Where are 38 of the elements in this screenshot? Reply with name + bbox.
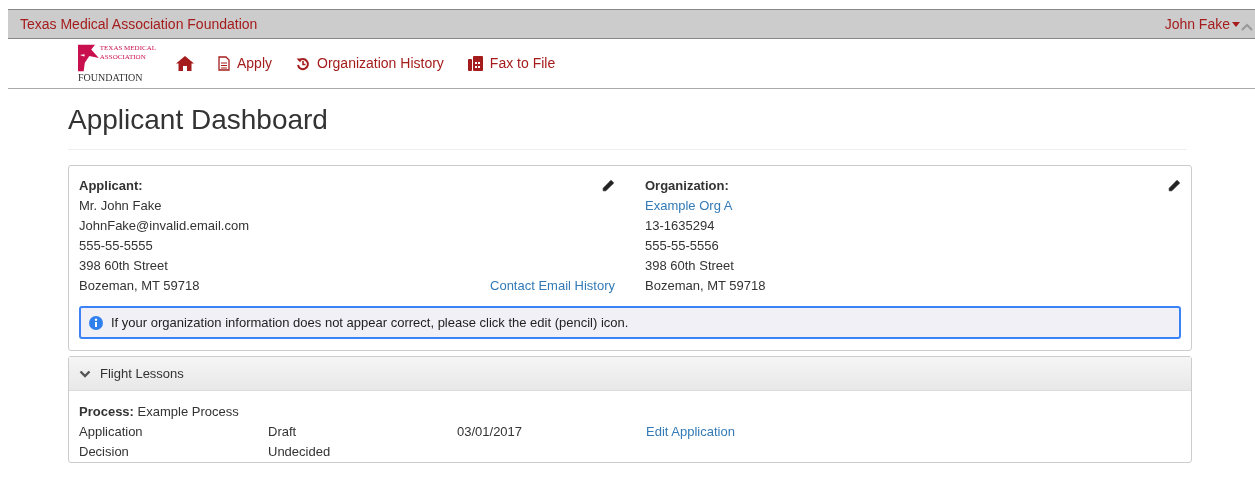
history-icon bbox=[296, 56, 311, 71]
applicant-detail: JohnFake@invalid.email.com bbox=[79, 217, 250, 235]
panel-header[interactable]: Flight Lessons bbox=[69, 357, 1191, 391]
step-cell-text: Application bbox=[79, 423, 144, 441]
page-title: Applicant Dashboard bbox=[68, 103, 329, 137]
contact-email-history-link[interactable]: Contact Email History bbox=[490, 276, 615, 296]
site-title[interactable]: Texas Medical Association Foundation bbox=[20, 13, 258, 35]
section-heading: Organization: bbox=[645, 177, 729, 195]
status-cell-text: Undecided bbox=[268, 443, 332, 461]
applicant-detail: 555-55-5555 bbox=[79, 237, 154, 255]
section-heading: Applicant: bbox=[79, 177, 143, 195]
user-menu[interactable]: John Fake bbox=[1164, 13, 1240, 35]
logo-text: FOUNDATION bbox=[78, 71, 144, 84]
nav-link[interactable]: Fax to File bbox=[467, 53, 556, 74]
step-cell-text: Decision bbox=[79, 443, 130, 461]
status-cell-text: Draft bbox=[268, 423, 298, 441]
document-icon bbox=[218, 56, 230, 71]
process-label: Process: Example Process bbox=[79, 403, 240, 421]
alert-text: If your organization information does not appear correct, please click the edit (pencil) icon. bbox=[111, 313, 629, 332]
organization-detail: 13-1635294 bbox=[645, 217, 716, 235]
organization-detail: 398 60th Street bbox=[645, 257, 735, 275]
applicant-detail: Bozeman, MT 59718 bbox=[79, 277, 200, 295]
organization-link[interactable]: Example Org A bbox=[645, 196, 733, 216]
home-icon[interactable] bbox=[176, 56, 194, 71]
logo-mark-icon bbox=[78, 43, 99, 72]
edit-application-link[interactable]: Edit Application bbox=[646, 422, 735, 442]
applicant-detail: 398 60th Street bbox=[79, 257, 169, 275]
organization-detail: 555-55-5556 bbox=[645, 237, 720, 255]
date-cell-text: 03/01/2017 bbox=[457, 423, 524, 441]
applicant-detail: Mr. John Fake bbox=[79, 197, 163, 215]
nav-link[interactable]: Organization History bbox=[296, 53, 444, 74]
nav-link[interactable]: Apply bbox=[218, 53, 273, 74]
pencil-icon[interactable] bbox=[1167, 179, 1181, 193]
fax-icon bbox=[467, 56, 483, 71]
organization-detail: Bozeman, MT 59718 bbox=[645, 277, 767, 295]
caret-icon bbox=[1232, 21, 1240, 27]
pencil-icon[interactable] bbox=[601, 179, 615, 193]
info-icon bbox=[89, 315, 103, 330]
